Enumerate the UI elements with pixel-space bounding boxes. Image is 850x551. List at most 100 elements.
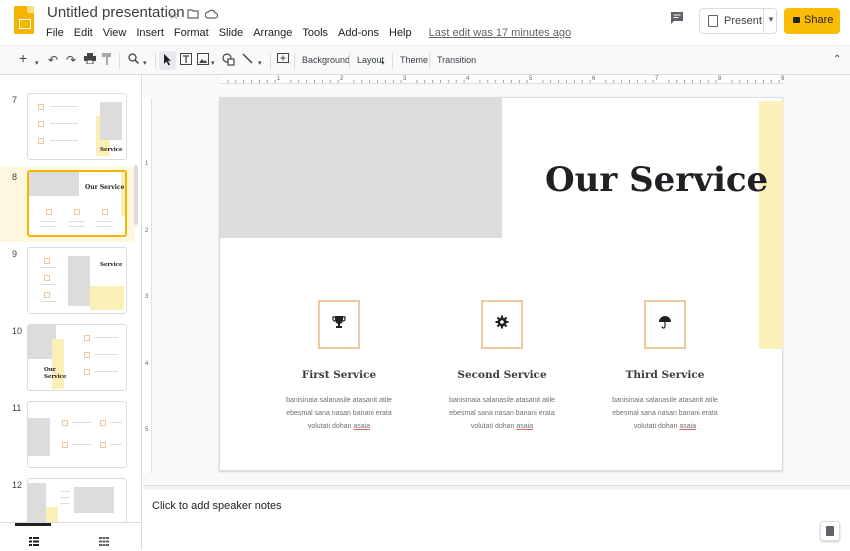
thumb-image [100,102,122,140]
thumb-accent [52,339,64,389]
star-icon[interactable]: ☆ [168,7,180,23]
explore-icon[interactable] [820,521,840,541]
thumb-icon [74,209,80,215]
filmstrip-scrollbar[interactable] [134,165,138,225]
background-button[interactable]: Background [302,55,350,65]
menu-add-ons[interactable]: Add-ons [338,27,379,39]
thumb-text [97,221,113,222]
service-title[interactable]: First Service [264,369,414,381]
slide-thumbnail-9[interactable]: Service [27,247,127,314]
decorative-accent-bar[interactable] [759,101,783,349]
toolbar-divider [119,53,120,69]
thumb-text [50,140,78,141]
service-description[interactable]: banisinaia salanasile atasanit atile ebe… [590,394,740,433]
ruler-number: 4 [466,76,470,82]
image-placeholder[interactable] [220,98,502,238]
cloud-status-icon[interactable] [204,7,219,22]
slide-canvas[interactable]: Our Service First Service Second Service… [219,97,783,471]
move-to-folder-icon[interactable] [187,7,199,22]
service-icon-frame[interactable] [481,300,523,349]
thumb-text [40,301,56,302]
new-slide-chevron-icon[interactable]: ▾ [35,57,39,71]
service-description-text: volutati dohan [470,423,517,430]
service-title[interactable]: Second Service [427,369,577,381]
thumb-text [69,221,85,222]
misspelled-word: asaia [679,423,697,430]
paint-format-icon[interactable] [102,53,112,68]
comment-icon[interactable] [670,11,688,27]
chevron-down-icon[interactable]: ▼ [767,15,775,24]
line-chevron-icon[interactable]: ▾ [258,57,262,71]
service-icon-frame[interactable] [644,300,686,349]
thumb-icon [38,104,44,110]
share-button[interactable]: Share [784,8,840,34]
slide-thumbnail-8[interactable]: Our Service [27,170,127,237]
thumb-icon [84,369,90,375]
select-tool-button[interactable] [159,51,176,70]
insert-comment-icon[interactable] [277,53,289,68]
thumb-icon [84,352,90,358]
vertical-ruler[interactable]: 1 2 3 4 5 [143,98,152,473]
speaker-notes[interactable]: Click to add speaker notes [152,500,282,512]
grid-view-icon[interactable] [99,533,109,551]
service-title[interactable]: Third Service [590,369,740,381]
collapse-toolbar-icon[interactable]: ⌃ [833,53,841,67]
thumb-image [74,487,114,513]
document-title[interactable]: Untitled presentation [47,4,185,21]
thumb-icon [62,442,68,448]
toolbar-divider [392,53,393,69]
filmstrip-view-icon[interactable] [29,533,39,551]
slide-thumbnail-10[interactable]: Our Service [27,324,127,391]
thumb-icon [38,121,44,127]
theme-button[interactable]: Theme [400,55,428,65]
menu-file[interactable]: File [46,27,64,39]
ruler-number: 1 [145,161,149,167]
zoom-chevron-icon[interactable]: ▾ [143,57,147,71]
undo-icon[interactable]: ↶ [48,53,58,67]
transition-button[interactable]: Transition [437,55,476,65]
layout-button[interactable]: Layout [357,55,384,65]
shape-icon[interactable] [222,53,235,69]
menu-help[interactable]: Help [389,27,412,39]
slide-filmstrip: 7 Service 8 Our Service 9 Service 10 Our… [0,75,142,522]
thumb-image [29,172,79,196]
thumb-text [60,503,70,504]
line-icon[interactable] [242,53,253,67]
text-box-icon[interactable] [180,53,192,68]
thumb-title: Service [100,147,123,153]
service-description[interactable]: banisinaia salanasile atasanit atile ebe… [264,394,414,433]
thumb-text [60,491,70,492]
print-icon[interactable] [84,53,96,67]
thumb-title: Our Service [85,184,125,191]
toolbar-divider [349,53,350,69]
service-description-line: banisinaia salanasile atasanit atile [286,397,392,404]
notes-resize-handle[interactable] [143,485,850,490]
layout-chevron-icon[interactable]: ▾ [381,57,385,71]
menu-view[interactable]: View [103,27,127,39]
ruler-number: 3 [403,76,407,82]
image-chevron-icon[interactable]: ▾ [211,57,215,71]
new-slide-icon[interactable]: + [19,51,27,65]
menu-insert[interactable]: Insert [136,27,164,39]
last-edit-link[interactable]: Last edit was 17 minutes ago [429,27,571,39]
slide-thumbnail-12[interactable] [27,478,127,522]
present-button[interactable]: Present ▼ [699,8,777,34]
menu-slide[interactable]: Slide [219,27,243,39]
service-icon-frame[interactable] [318,300,360,349]
slides-logo-icon[interactable] [14,6,34,34]
image-icon[interactable] [197,53,209,68]
thumb-title: Our Service [44,367,67,380]
menu-arrange[interactable]: Arrange [253,27,292,39]
slide-title[interactable]: Our Service [545,160,768,200]
slide-thumbnail-11[interactable] [27,401,127,468]
menu-tools[interactable]: Tools [302,27,328,39]
thumb-icon [84,335,90,341]
menu-edit[interactable]: Edit [74,27,93,39]
zoom-icon[interactable] [128,53,140,68]
thumb-text [94,371,118,372]
horizontal-ruler[interactable]: 1 2 3 4 5 6 7 8 9 [220,75,785,84]
slide-thumbnail-7[interactable]: Service [27,93,127,160]
menu-format[interactable]: Format [174,27,209,39]
service-description[interactable]: banisinaia salanasile atasanit atile ebe… [427,394,577,433]
redo-icon[interactable]: ↷ [66,53,76,67]
